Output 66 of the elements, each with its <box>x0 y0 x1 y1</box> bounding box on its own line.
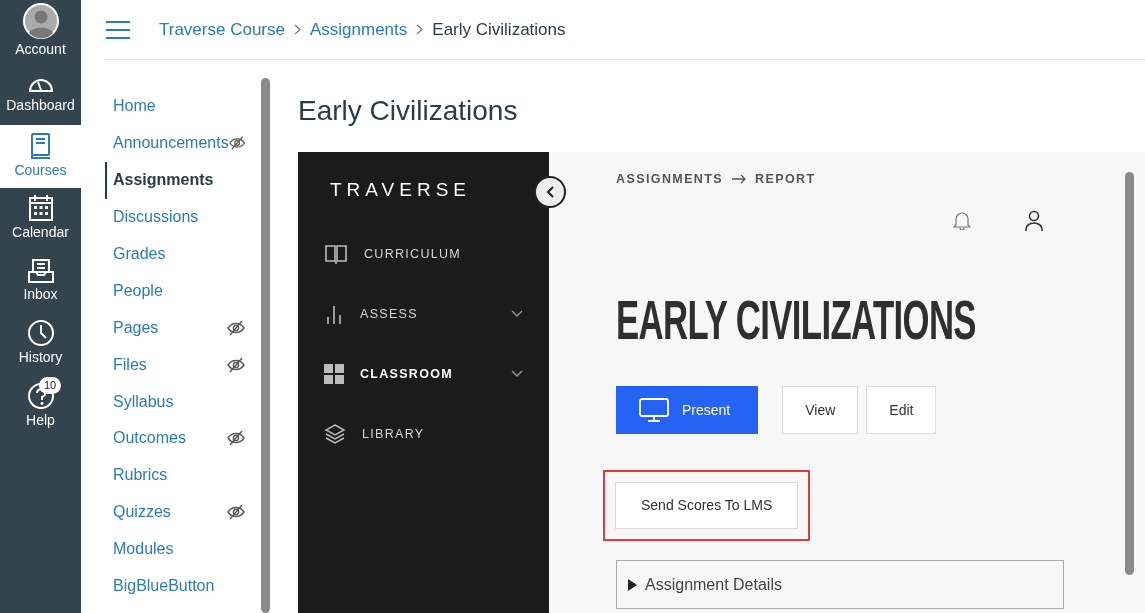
bell-icon <box>953 210 971 231</box>
app-menu-item[interactable]: LIBRARY <box>298 404 549 465</box>
triangle-icon <box>627 578 637 591</box>
page-title: Early Civilizations <box>298 94 519 128</box>
app-breadcrumb: REPORT <box>755 170 816 188</box>
layers-icon <box>324 423 346 446</box>
course-nav-link[interactable]: People <box>105 272 271 310</box>
inbox-icon <box>26 257 55 284</box>
chevron-left-icon <box>545 185 555 198</box>
course-nav-link[interactable]: Outcomes <box>105 420 271 457</box>
details-toggle[interactable]: Assignment Details <box>616 560 1064 610</box>
present-button[interactable]: Present <box>616 386 759 435</box>
menu-icon <box>105 19 131 40</box>
nav-label: History <box>18 348 63 368</box>
user-icon <box>1024 210 1044 233</box>
send-scores-button[interactable]: Send Scores To LMS <box>615 482 799 530</box>
grid-icon <box>324 364 344 385</box>
help-icon <box>26 381 55 410</box>
action-button[interactable]: Edit <box>866 386 937 435</box>
scrollbar-thumb[interactable] <box>261 78 270 613</box>
nav-label: Account <box>15 39 66 59</box>
global-nav-item[interactable]: Calendar <box>0 187 81 250</box>
app-menu-item[interactable]: CURRICULUM <box>298 224 549 285</box>
clock-icon <box>26 319 55 348</box>
course-nav-link[interactable]: BigBlueButton <box>105 567 271 605</box>
app-logo: TRAVERSE <box>330 177 471 202</box>
course-nav-link[interactable]: Syllabus <box>105 383 271 420</box>
global-nav-item[interactable]: Inbox <box>0 250 81 313</box>
assignment-title: EARLY CIVILIZATIONS <box>616 292 976 349</box>
chevron-right-icon <box>416 24 424 35</box>
course-nav-link[interactable]: Quizzes <box>105 493 271 531</box>
global-nav-item[interactable]: Courses <box>0 125 81 188</box>
course-nav-link[interactable]: Announcements <box>105 124 271 162</box>
app-menu-item[interactable]: ASSESS <box>298 284 549 345</box>
global-nav-item[interactable]: Dashboard <box>0 62 81 125</box>
breadcrumb-link[interactable]: Assignments <box>309 16 408 43</box>
avatar-icon <box>22 2 59 39</box>
arrow-right-icon <box>731 173 748 184</box>
course-nav-link[interactable]: Rubrics <box>105 456 271 494</box>
course-nav-link[interactable]: Grades <box>105 235 271 273</box>
app-breadcrumb[interactable]: ASSIGNMENTS <box>616 169 724 189</box>
current-page-title: Early Civilizations <box>432 18 566 41</box>
course-nav-link[interactable]: Home <box>105 88 271 125</box>
monitor-icon <box>638 397 670 424</box>
course-nav-link[interactable]: Files <box>105 346 271 384</box>
course-nav-link[interactable]: Modules <box>105 530 271 568</box>
action-button[interactable]: View <box>782 386 859 435</box>
book-icon <box>324 244 348 265</box>
scrollbar-thumb[interactable] <box>1125 171 1134 575</box>
breadcrumb-link[interactable]: Traverse Course <box>159 16 285 43</box>
nav-label: Dashboard <box>6 96 75 116</box>
notification-badge: 10 <box>39 377 62 394</box>
nav-label: Help <box>26 410 55 430</box>
global-nav-item[interactable]: Help 10 <box>0 375 81 438</box>
nav-label: Calendar <box>12 223 69 243</box>
nav-label: Inbox <box>23 284 58 304</box>
chevron-right-icon <box>293 24 301 35</box>
nav-label: Courses <box>14 160 67 180</box>
global-nav-item[interactable]: Account <box>0 0 81 63</box>
bar-chart-icon <box>324 304 344 325</box>
app-menu-item[interactable]: CLASSROOM <box>298 344 549 405</box>
course-nav-link[interactable]: Discussions <box>105 198 271 236</box>
course-nav-link[interactable]: Pages <box>105 309 271 347</box>
global-nav-item[interactable]: History <box>0 312 81 375</box>
book-icon <box>28 131 53 160</box>
calendar-icon <box>27 194 54 223</box>
